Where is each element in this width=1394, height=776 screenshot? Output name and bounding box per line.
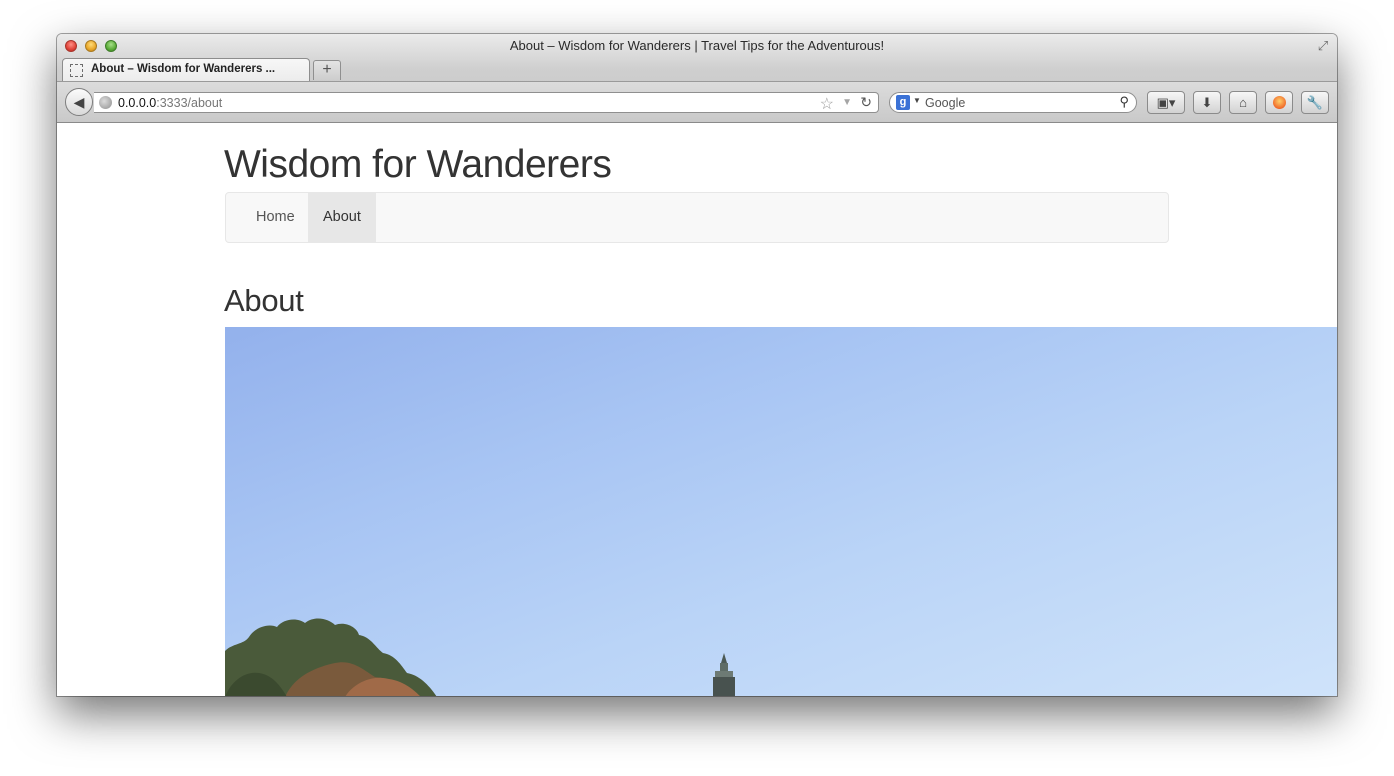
url-host: 0.0.0.0 bbox=[118, 96, 157, 110]
search-bar[interactable]: g ▼ Google ⚲ bbox=[889, 92, 1137, 113]
window-title: About – Wisdom for Wanderers | Travel Ti… bbox=[509, 38, 885, 53]
default-favicon-icon bbox=[70, 64, 83, 77]
browser-window: About – Wisdom for Wanderers | Travel Ti… bbox=[57, 34, 1337, 696]
back-icon: ◀ bbox=[73, 94, 85, 110]
url-path: :3333/about bbox=[156, 96, 223, 110]
reload-icon[interactable]: ↻ bbox=[860, 94, 872, 111]
persona-icon bbox=[1272, 96, 1286, 109]
search-icon[interactable]: ⚲ bbox=[1119, 94, 1129, 110]
history-dropdown-icon[interactable]: ▼ bbox=[842, 95, 852, 111]
travel-photo bbox=[225, 327, 1337, 696]
home-button[interactable]: ⌂ bbox=[1229, 91, 1257, 114]
globe-icon bbox=[99, 96, 112, 109]
search-input[interactable]: Google bbox=[925, 96, 965, 110]
building-spire bbox=[713, 653, 735, 696]
tab-label: About – Wisdom for Wanderers ... bbox=[91, 63, 276, 75]
url-bar[interactable]: 0.0.0.0:3333/about ☆ ▼ ↻ bbox=[94, 92, 879, 113]
new-tab-button[interactable]: + bbox=[313, 60, 341, 80]
tree-foliage bbox=[225, 618, 437, 696]
page-heading: About bbox=[224, 283, 304, 318]
star-icon[interactable]: ☆ bbox=[820, 94, 834, 114]
persona-button[interactable] bbox=[1265, 91, 1293, 114]
url-text[interactable]: 0.0.0.0:3333/about bbox=[118, 96, 222, 110]
google-icon[interactable]: g bbox=[896, 95, 910, 110]
site-title[interactable]: Wisdom for Wanderers bbox=[224, 143, 612, 187]
engine-dropdown-icon[interactable]: ▼ bbox=[913, 96, 921, 105]
downloads-button[interactable]: ⬇ bbox=[1193, 91, 1221, 114]
bookmarks-icon: ▣▾ bbox=[1156, 95, 1176, 110]
wrench-icon: 🔧 bbox=[1306, 95, 1324, 110]
nav-link-home[interactable]: Home bbox=[241, 193, 310, 242]
bookmarks-button[interactable]: ▣▾ bbox=[1147, 91, 1185, 114]
home-icon: ⌂ bbox=[1239, 95, 1247, 110]
tools-button[interactable]: 🔧 bbox=[1301, 91, 1329, 114]
back-button[interactable]: ◀ bbox=[65, 88, 93, 116]
tab-about[interactable]: About – Wisdom for Wanderers ... bbox=[62, 58, 310, 81]
nav-link-about[interactable]: About bbox=[308, 193, 376, 242]
download-icon: ⬇ bbox=[1201, 95, 1213, 110]
site-navbar: Home About bbox=[225, 192, 1169, 243]
fullscreen-icon[interactable]: ⤢ bbox=[1315, 38, 1331, 54]
browser-titlebar: About – Wisdom for Wanderers | Travel Ti… bbox=[57, 34, 1337, 123]
navigation-toolbar: 0.0.0.0:3333/about ☆ ▼ ↻ ◀ g ▼ Google ⚲ … bbox=[57, 81, 1337, 122]
page-content: Wisdom for Wanderers Home About About bbox=[57, 123, 1337, 696]
